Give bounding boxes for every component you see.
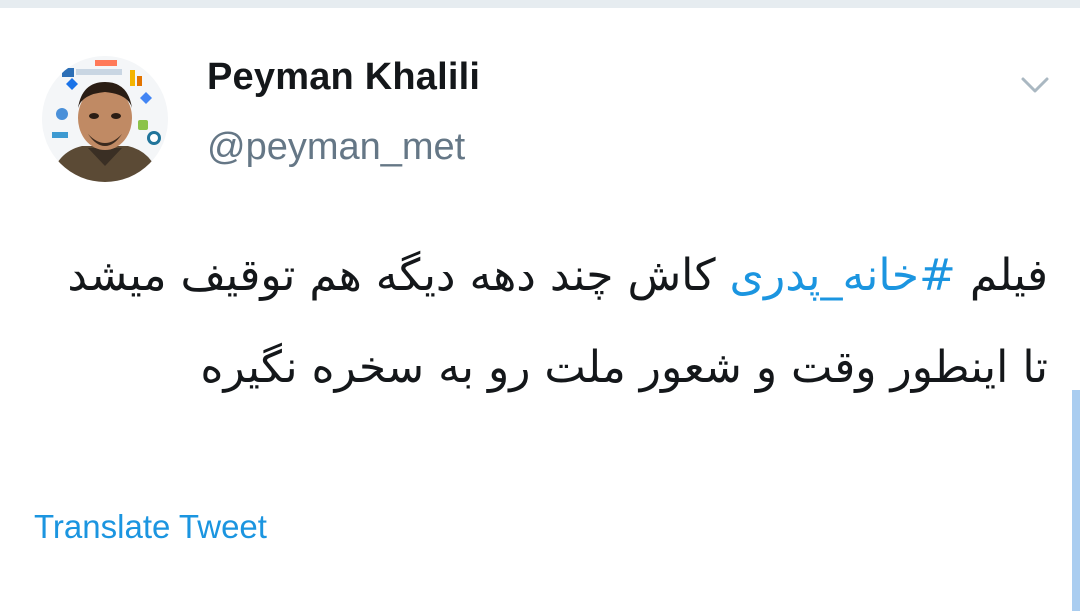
translate-tweet-link[interactable]: Translate Tweet [34,508,267,546]
tweet-text: فیلم #خانه_پدری کاش چند دهه دیگه هم توقی… [38,230,1048,414]
avatar-image [42,56,168,182]
tweet-text-before: فیلم [955,250,1048,301]
avatar[interactable] [42,56,168,182]
tweet-card[interactable]: Peyman Khalili @peyman_met فیلم #خانه_پد… [0,8,1080,611]
hashtag-link[interactable]: #خانه_پدری [730,250,956,301]
chevron-down-icon[interactable] [1018,68,1052,102]
top-divider [0,0,1080,8]
author-handle[interactable]: @peyman_met [207,126,465,169]
scroll-indicator[interactable] [1072,390,1080,611]
author-name[interactable]: Peyman Khalili [207,56,480,99]
